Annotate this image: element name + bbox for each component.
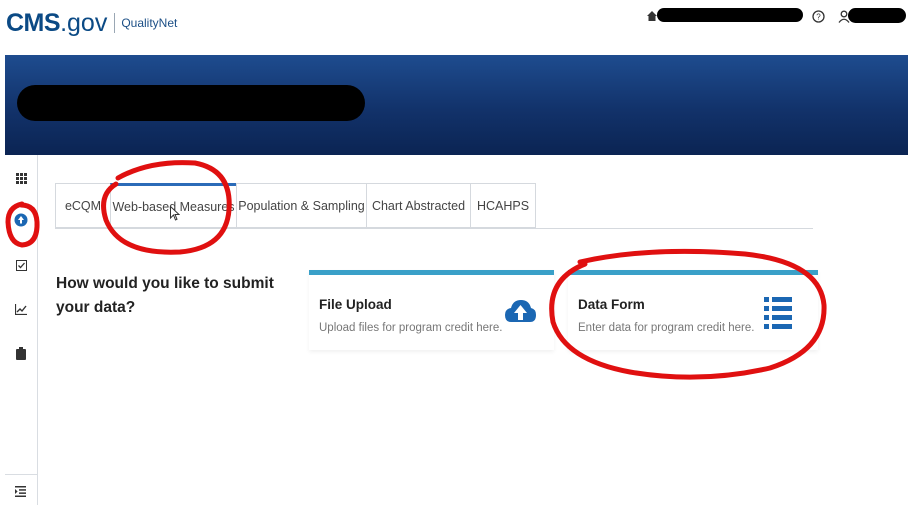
tabs-divider — [55, 228, 813, 229]
tab-label: eCQM — [64, 198, 102, 213]
sidebar-footer — [5, 474, 37, 505]
svg-text:?: ? — [816, 13, 821, 22]
home-icon[interactable] — [646, 10, 658, 25]
list-icon — [764, 295, 792, 334]
tab-ecqm[interactable]: eCQM — [55, 183, 110, 228]
tab-chart-abstracted[interactable]: Chart Abstracted — [366, 183, 470, 228]
tab-label: Population & Sampling — [238, 198, 365, 213]
page-banner — [5, 55, 908, 155]
redacted-username — [848, 8, 906, 23]
redacted-banner-title — [17, 85, 365, 121]
submit-question-heading: How would you like to submit your data? — [56, 275, 274, 316]
cloud-upload-icon — [503, 295, 537, 334]
upload-icon[interactable] — [12, 211, 30, 229]
left-sidebar — [5, 155, 38, 505]
checkbox-icon[interactable] — [12, 256, 30, 274]
logo-qualitynet-text: QualityNet — [121, 16, 178, 30]
card-title: File Upload — [319, 297, 392, 312]
tab-population-sampling[interactable]: Population & Sampling — [236, 183, 366, 228]
tab-label: HCAHPS — [476, 198, 530, 213]
cms-logo[interactable]: CMS .gov QualityNet — [6, 6, 177, 40]
card-title: Data Form — [578, 297, 645, 312]
chart-icon[interactable] — [12, 300, 30, 318]
tab-hcahps[interactable]: HCAHPS — [470, 183, 536, 228]
menu-indent-icon[interactable] — [11, 482, 29, 500]
logo-gov-text: .gov — [60, 8, 108, 37]
tab-label: Chart Abstracted — [371, 198, 466, 213]
top-header: CMS .gov QualityNet ? — [0, 0, 908, 48]
grid-icon[interactable] — [12, 169, 30, 187]
card-subtitle: Upload files for program credit here. — [319, 322, 503, 334]
logo-divider — [114, 13, 116, 33]
clipboard-icon[interactable] — [12, 344, 30, 362]
file-upload-card[interactable]: File Upload Upload files for program cre… — [309, 270, 554, 350]
mouse-cursor-icon — [170, 205, 181, 226]
redacted-organization — [657, 8, 803, 22]
help-circle-icon[interactable]: ? — [812, 10, 825, 26]
data-form-card[interactable]: Data Form Enter data for program credit … — [568, 270, 818, 350]
submission-tabs: eCQM Web-based Measures Population & Sam… — [55, 183, 536, 229]
card-subtitle: Enter data for program credit here. — [578, 322, 755, 334]
logo-cms-text: CMS — [6, 8, 61, 37]
